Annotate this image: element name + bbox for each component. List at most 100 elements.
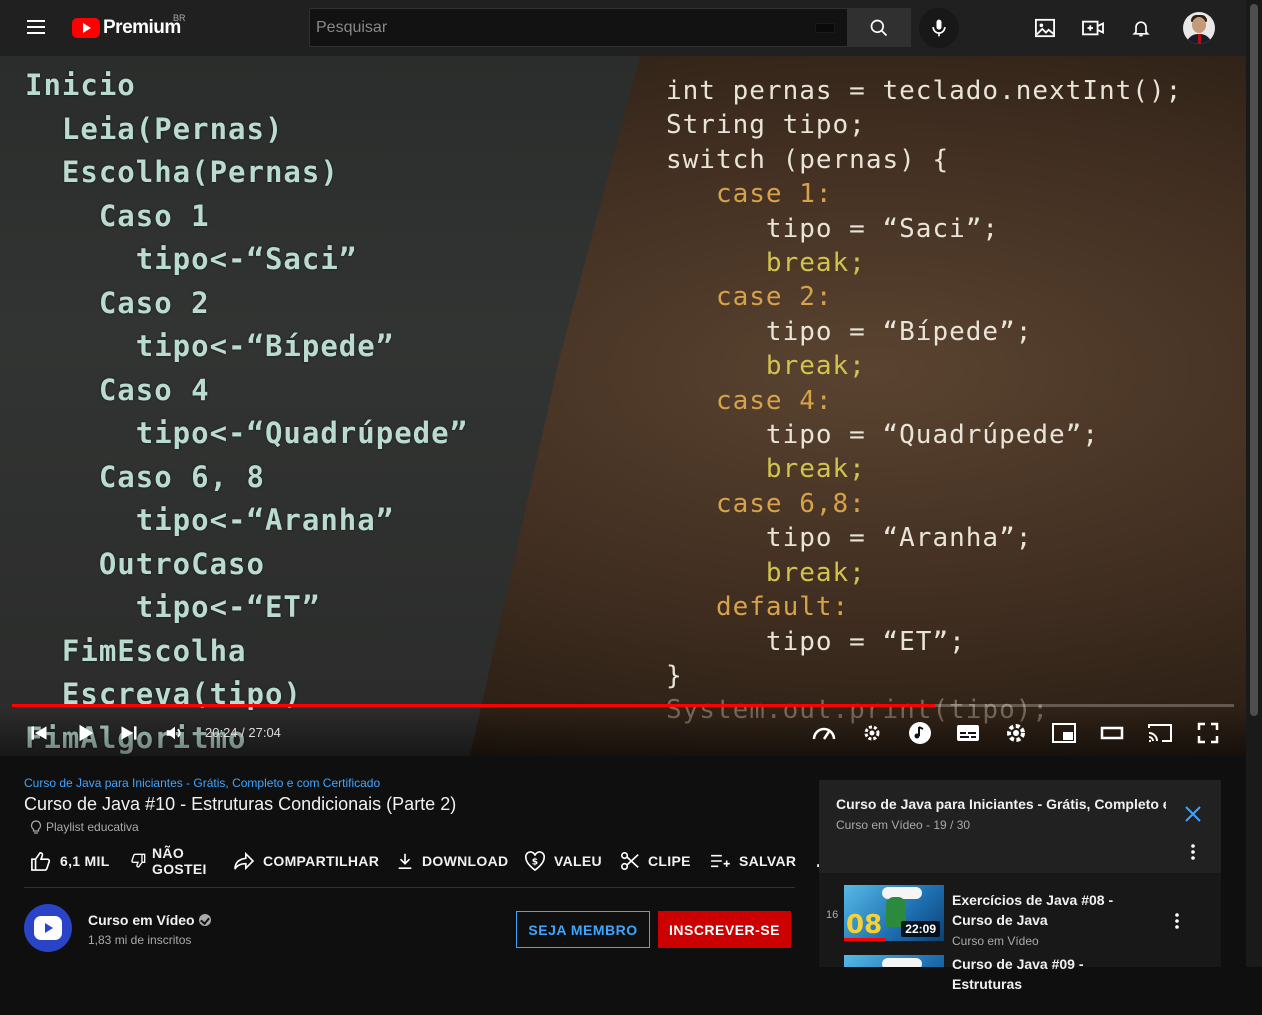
playlist-item-title: Curso de Java #09 - Estruturas (952, 956, 1084, 992)
playback-speed-icon[interactable] (809, 718, 839, 748)
playlist-item[interactable]: 16 08 22:09 Exercícios de Java #08 - Cur… (819, 885, 1221, 948)
clip-button[interactable]: CLIPE (620, 844, 691, 878)
channel-avatar[interactable] (24, 904, 72, 952)
playlist-item[interactable]: Curso de Java #09 - Estruturas (819, 955, 1221, 1015)
create-post-icon[interactable] (1033, 16, 1057, 40)
volume-icon[interactable] (160, 718, 190, 748)
save-button[interactable]: SALVAR (709, 844, 796, 878)
like-button[interactable]: 6,1 MIL (30, 844, 110, 878)
java-code-line: break; (666, 454, 866, 485)
pseudocode-line: tipo<-“Bípede” (25, 329, 395, 363)
previous-icon[interactable] (24, 718, 54, 748)
pseudocode-text: Inicio Leia(Pernas) Escolha(Pernas) Caso… (25, 64, 468, 756)
playlist-item-thumbnail[interactable]: 08 22:09 (844, 885, 944, 941)
settings-icon[interactable] (1001, 718, 1031, 748)
top-bar: Premium BR (0, 0, 1246, 56)
save-label: SALVAR (739, 853, 797, 869)
java-code-line: break; (666, 248, 866, 279)
search-input[interactable] (310, 9, 800, 46)
progress-fill (12, 704, 935, 707)
page-scrollbar[interactable] (1246, 0, 1262, 967)
pseudocode-line: tipo<-“ET” (25, 590, 321, 624)
playlist-item-channel: Curso em Vídeo (952, 934, 1039, 948)
scrollbar-thumb[interactable] (1250, 4, 1258, 716)
pseudocode-line: Caso 2 (25, 285, 210, 320)
video-title: Curso de Java #10 - Estruturas Condicion… (24, 794, 457, 814)
progress-bar[interactable] (12, 704, 1234, 707)
share-button[interactable]: COMPARTILHAR (233, 844, 379, 878)
java-code-line: tipo = “Quadrúpede”; (666, 420, 1099, 451)
miniplayer-icon[interactable] (1049, 718, 1079, 748)
java-code-line: case 2: (666, 282, 833, 313)
pseudocode-line: tipo<-“Aranha” (25, 503, 395, 537)
playlist-subtitle: Curso em Vídeo - 19 / 30 (836, 818, 971, 832)
scissors-icon (621, 852, 639, 870)
notifications-icon[interactable] (1129, 16, 1153, 40)
search-box (309, 8, 848, 47)
thumbnail-number: 08 (846, 910, 883, 940)
playlist-item-index: 16 (826, 909, 839, 921)
java-code-line: tipo = “Aranha”; (666, 523, 1033, 554)
playlist-title[interactable]: Curso de Java para Iniciantes - Grátis, … (836, 796, 1166, 812)
edu-label: Playlist educativa (46, 820, 139, 834)
logo-text: Premium (103, 17, 181, 38)
time-display: 20:24 / 27:04 (205, 725, 281, 740)
settings-auto-icon[interactable] (857, 718, 887, 748)
playlist-more-icon[interactable] (1185, 842, 1201, 862)
java-code-line: break; (666, 557, 866, 588)
svg-text:$: $ (532, 858, 539, 868)
item-more-icon[interactable] (1169, 911, 1185, 931)
thumbs-down-icon (131, 853, 146, 868)
menu-icon[interactable] (22, 16, 50, 40)
channel-name[interactable]: Curso em Vídeo (88, 912, 211, 928)
playlist-header: Curso de Java para Iniciantes - Grátis, … (819, 780, 1221, 873)
youtube-premium-logo[interactable]: Premium (72, 16, 181, 40)
video-player[interactable]: Inicio Leia(Pernas) Escolha(Pernas) Caso… (0, 56, 1246, 756)
java-code-line: break; (666, 351, 866, 382)
cast-icon[interactable] (1145, 718, 1175, 748)
java-code-line: default: (666, 592, 850, 623)
java-code-line: tipo = “Bípede”; (666, 316, 1033, 347)
divider (24, 887, 795, 888)
subtitles-icon[interactable] (953, 718, 983, 748)
youtube-logo-icon (72, 18, 100, 38)
playlist-add-icon (711, 854, 730, 868)
java-code-line: switch (pernas) { (666, 144, 950, 175)
java-code-line: tipo = “ET”; (666, 626, 966, 657)
avatar[interactable] (1183, 12, 1215, 44)
java-code-line: case 6,8: (666, 488, 866, 519)
pseudocode-line: Caso 1 (25, 198, 210, 233)
keyboard-icon[interactable] (815, 23, 835, 33)
fullscreen-icon[interactable] (1193, 718, 1223, 748)
action-bar: 6,1 MIL NÃO GOSTEI COMPARTILHAR DOWNLOAD… (24, 844, 832, 888)
duration-badge: 22:09 (901, 921, 940, 937)
playlist-link[interactable]: Curso de Java para Iniciantes - Grátis, … (24, 776, 380, 790)
download-label: DOWNLOAD (422, 853, 509, 869)
channel-name-text: Curso em Vídeo (88, 912, 195, 928)
create-video-icon[interactable] (1081, 16, 1105, 40)
java-code-line: case 1: (666, 179, 833, 210)
pseudocode-line: Leia(Pernas) (25, 111, 284, 146)
pseudocode-line: Inicio (25, 68, 136, 102)
pseudocode-line: Caso 4 (25, 372, 210, 407)
play-icon[interactable] (70, 718, 100, 748)
join-member-button[interactable]: SEJA MEMBRO (516, 911, 650, 948)
playlist-item-thumbnail[interactable] (844, 955, 944, 967)
search-button[interactable] (847, 8, 911, 47)
subscribe-button[interactable]: INSCREVER-SE (658, 911, 791, 948)
thanks-label: VALEU (554, 853, 602, 869)
next-icon[interactable] (114, 718, 144, 748)
java-code-line: } (666, 660, 683, 691)
subscriber-count: 1,83 mi de inscritos (88, 933, 192, 947)
dislike-button[interactable]: NÃO GOSTEI (130, 844, 207, 878)
mic-icon (932, 19, 946, 37)
music-icon[interactable] (905, 718, 935, 748)
thanks-button[interactable]: $ VALEU (524, 844, 602, 878)
pseudocode-line: Escolha(Pernas) (25, 155, 339, 189)
download-button[interactable]: DOWNLOAD (396, 844, 508, 878)
close-icon[interactable] (1183, 804, 1203, 824)
mic-button[interactable] (919, 8, 959, 48)
java-code-line: int pernas = teclado.nextInt(); (666, 76, 1183, 106)
theater-mode-icon[interactable] (1097, 718, 1127, 748)
watched-progress (844, 938, 886, 941)
